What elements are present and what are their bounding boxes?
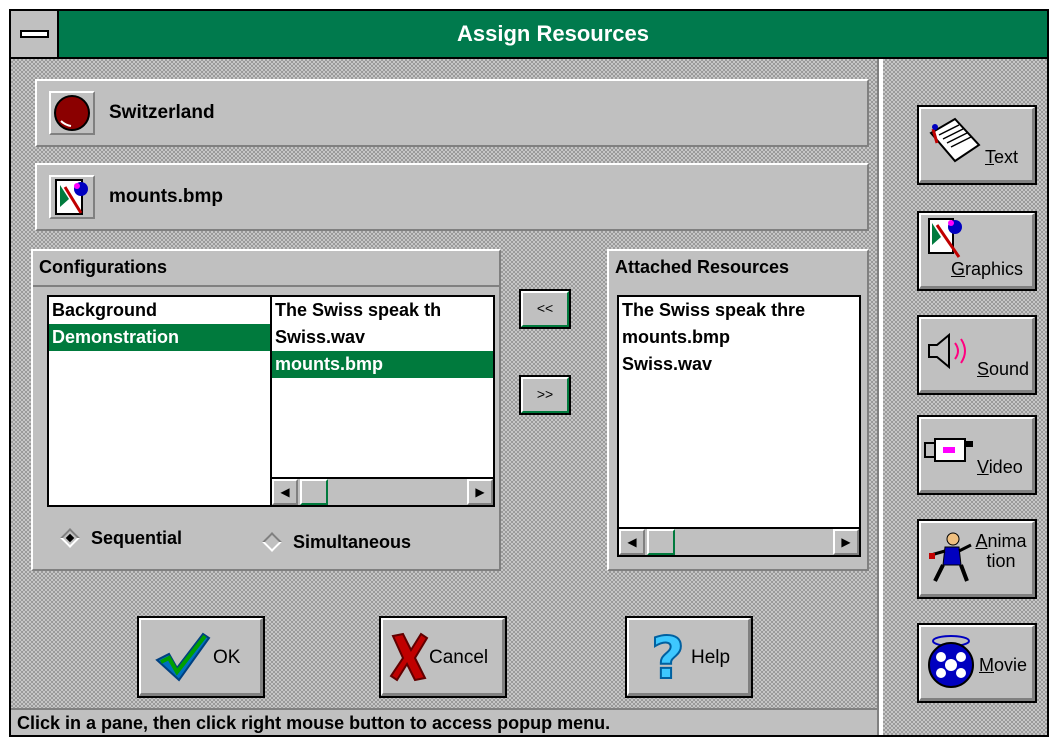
configuration-resource-item[interactable]: Swiss.wav	[272, 324, 493, 351]
attached-resources-title: Attached Resources	[615, 257, 790, 277]
text-document-icon	[929, 117, 981, 163]
checkmark-icon	[155, 632, 211, 682]
topic-ball-icon	[49, 91, 95, 135]
radio-unchecked-icon	[262, 532, 282, 552]
sound-label: Sound	[977, 359, 1030, 379]
sound-button[interactable]: Sound	[917, 315, 1037, 395]
scroll-right-arrow-icon[interactable]: ▶	[467, 479, 493, 505]
simultaneous-label: Simultaneous	[293, 532, 412, 552]
title-bar: Assign Resources	[11, 11, 1047, 59]
configurations-group: Configurations Background Demonstration T…	[31, 249, 501, 571]
graphics-icon	[928, 218, 962, 258]
animation-button[interactable]: Anima tion	[917, 519, 1037, 599]
configuration-name-item[interactable]: Background	[49, 297, 270, 324]
radio-checked-icon	[60, 528, 80, 548]
topic-label: Switzerland	[109, 102, 215, 123]
sequential-radio[interactable]: Sequential	[60, 528, 183, 549]
help-button[interactable]: ? Help	[625, 616, 753, 698]
text-button[interactable]: Text	[917, 105, 1037, 185]
attached-resources-list[interactable]: The Swiss speak thre mounts.bmp Swiss.wav …	[617, 295, 861, 557]
movie-label: Movie	[979, 655, 1028, 675]
speaker-icon	[928, 332, 966, 370]
configuration-names-list[interactable]: Background Demonstration	[47, 295, 272, 507]
add-resource-button[interactable]: >>	[519, 375, 571, 415]
video-camera-icon	[924, 438, 973, 462]
movie-button[interactable]: Movie	[917, 623, 1037, 703]
system-menu-button[interactable]	[11, 11, 59, 57]
status-bar: Click in a pane, then click right mouse …	[11, 708, 877, 735]
window-title: Assign Resources	[457, 21, 649, 46]
attached-resource-item[interactable]: The Swiss speak thre	[619, 297, 859, 324]
configuration-resources-hscroll[interactable]: ◀ ▶	[272, 477, 493, 505]
film-reel-icon	[928, 635, 974, 688]
scroll-left-arrow-icon[interactable]: ◀	[272, 479, 298, 505]
svg-text:?: ?	[651, 626, 685, 686]
question-mark-icon: ?	[650, 626, 686, 686]
cancel-label: Cancel	[429, 647, 489, 668]
topic-bar[interactable]: Switzerland	[35, 79, 869, 147]
configuration-resources-list[interactable]: The Swiss speak th Swiss.wav mounts.bmp ◀ …	[270, 295, 495, 507]
graphics-button[interactable]: Graphics	[917, 211, 1037, 291]
system-menu-icon	[20, 30, 49, 38]
graphics-label: Graphics	[951, 259, 1024, 279]
scroll-right-arrow-icon[interactable]: ▶	[833, 529, 859, 555]
attached-resource-item[interactable]: Swiss.wav	[619, 351, 859, 378]
configuration-resource-item[interactable]: The Swiss speak th	[272, 297, 493, 324]
attached-resources-hscroll[interactable]: ◀ ▶	[619, 527, 859, 555]
ok-button[interactable]: OK	[137, 616, 265, 698]
configurations-title: Configurations	[39, 257, 167, 277]
scroll-thumb[interactable]	[647, 529, 675, 555]
simultaneous-radio[interactable]: Simultaneous	[262, 532, 412, 553]
animation-label: Anima tion	[975, 531, 1027, 571]
status-text: Click in a pane, then click right mouse …	[17, 713, 611, 733]
attached-resource-item[interactable]: mounts.bmp	[619, 324, 859, 351]
main-area: Switzerland mounts.bmp Configurations Ba…	[11, 59, 877, 591]
configuration-name-item[interactable]: Demonstration	[49, 324, 270, 351]
help-label: Help	[691, 647, 731, 668]
remove-resource-button[interactable]: <<	[519, 289, 571, 329]
scroll-left-arrow-icon[interactable]: ◀	[619, 529, 645, 555]
attached-resources-group: Attached Resources The Swiss speak thre m…	[607, 249, 869, 571]
text-label: Text	[985, 147, 1019, 167]
assign-resources-dialog: Assign Resources Switzerland mounts.bmp …	[9, 9, 1049, 737]
configuration-resource-item[interactable]: mounts.bmp	[272, 351, 493, 378]
x-icon	[389, 632, 429, 682]
ok-label: OK	[213, 647, 241, 668]
resource-bar[interactable]: mounts.bmp	[35, 163, 869, 231]
video-button[interactable]: Video	[917, 415, 1037, 495]
button-area: OK Cancel ? Help	[11, 591, 877, 708]
cancel-button[interactable]: Cancel	[379, 616, 507, 698]
resource-label: mounts.bmp	[109, 186, 223, 207]
animation-figure-icon	[929, 532, 972, 582]
resource-type-panel: Text Graphics Sound Video Anima tion Movi…	[883, 59, 1047, 735]
sequential-label: Sequential	[91, 528, 183, 548]
graphics-file-icon	[49, 175, 95, 219]
scroll-thumb[interactable]	[300, 479, 328, 505]
video-label: Video	[977, 457, 1023, 477]
